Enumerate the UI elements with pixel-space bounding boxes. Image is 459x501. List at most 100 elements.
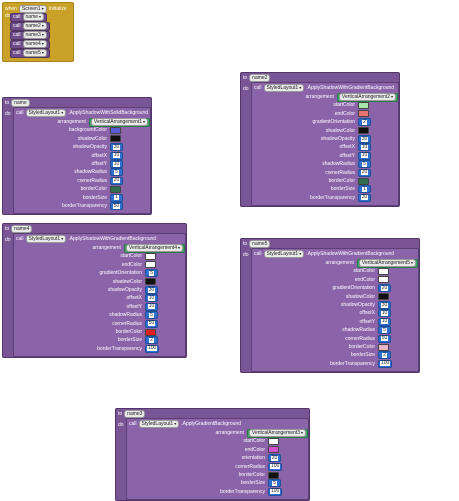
number-value[interactable]: 100 [147,346,158,352]
number-block[interactable]: 100 [145,344,160,353]
component-method-call[interactable]: call StyledLayout1▾ .ApplyShadowWithGradie… [251,82,399,207]
number-value[interactable]: 2 [382,352,387,358]
color-swatch[interactable] [358,101,369,109]
number-block[interactable]: 20 [358,168,371,177]
number-value[interactable]: 50 [112,203,121,209]
number-block[interactable]: 10 [378,309,391,318]
number-block[interactable]: 20 [268,454,281,463]
number-block[interactable]: 2 [378,351,391,360]
number-block[interactable]: 5 [110,168,123,177]
number-block[interactable]: 1 [110,193,123,202]
arrangement-dropdown[interactable]: VerticalArrangement2▾ [338,93,396,101]
number-block[interactable]: 30 [110,143,123,152]
color-swatch[interactable] [145,252,156,260]
number-value[interactable]: 1 [114,195,119,201]
component-method-call[interactable]: call StyledLayout1▾ .ApplyShadowWithGradie… [251,248,419,373]
number-value[interactable]: 2 [149,337,154,343]
styled-layout-dropdown[interactable]: StyledLayout1▾ [25,109,67,117]
procedure-name-field[interactable]: name5 [249,240,271,248]
number-block[interactable]: 10 [358,143,371,152]
number-block[interactable]: 50 [378,334,391,343]
number-block[interactable]: 30 [378,301,391,309]
color-swatch[interactable] [110,126,121,134]
procedure-name-field[interactable]: name2 [249,74,271,82]
procedure-name-field[interactable]: name4 [11,225,33,233]
call-procedure-block[interactable]: call name4▾ [10,39,50,49]
color-swatch[interactable] [358,110,369,118]
call-block[interactable]: call name▾ [10,12,48,22]
number-value[interactable]: 2 [362,119,367,125]
number-value[interactable]: 100 [270,489,281,495]
call-block[interactable]: call name3▾ [10,30,50,40]
component-block[interactable]: VerticalArrangement1▾ [88,117,150,127]
procedure-definition-block[interactable]: to name2 do call StyledLayout1▾ .ApplyShadowW… [240,72,400,208]
procedure-dropdown[interactable]: name5▾ [22,49,47,57]
number-block[interactable]: 10 [358,151,371,160]
call-block[interactable]: call name5▾ [10,48,50,58]
procedure-name-field[interactable]: name [11,99,30,107]
component-block[interactable]: VerticalArrangement4▾ [123,243,185,253]
color-swatch[interactable] [110,135,121,143]
arrangement-dropdown[interactable]: VerticalArrangement5▾ [358,259,416,267]
number-block[interactable]: 100 [268,462,283,471]
styled-layout-dropdown[interactable]: StyledLayout1▾ [263,84,305,92]
call-procedure-block[interactable]: call name5▾ [10,48,50,58]
number-block[interactable]: 50 [145,319,158,328]
call-block[interactable]: call name4▾ [10,39,50,49]
number-block[interactable]: 5 [268,479,281,488]
number-block[interactable]: 5 [145,269,158,278]
number-value[interactable]: 50 [380,336,389,342]
component-block[interactable]: VerticalArrangement2▾ [336,92,398,102]
number-value[interactable]: 30 [360,195,369,201]
procedure-dropdown[interactable]: name3▾ [22,31,47,39]
number-block[interactable]: 100 [378,359,393,368]
number-value[interactable]: 10 [380,319,389,325]
number-block[interactable]: 30 [358,193,371,202]
number-value[interactable]: 5 [149,312,154,318]
number-value[interactable]: 5 [362,161,367,167]
number-value[interactable]: 10 [112,153,121,159]
styled-layout-dropdown[interactable]: StyledLayout1▾ [263,250,305,258]
styled-layout-dropdown[interactable]: StyledLayout1▾ [25,235,67,243]
number-value[interactable]: 1 [362,186,367,192]
component-dropdown[interactable]: Screen1▾ [18,4,47,13]
number-block[interactable]: 20 [110,176,123,185]
number-block[interactable]: 10 [378,317,391,326]
number-block[interactable]: 10 [110,160,123,168]
number-value[interactable]: 20 [112,178,121,184]
number-block[interactable]: 50 [110,202,123,210]
procedure-dropdown[interactable]: name4▾ [22,40,47,48]
number-value[interactable]: 20 [360,170,369,176]
procedure-definition-block[interactable]: to name4 do call StyledLayout1▾ .ApplyShadowW… [2,223,187,359]
color-swatch[interactable] [145,328,156,336]
number-value[interactable]: 30 [112,144,121,150]
arrangement-dropdown[interactable]: VerticalArrangement3▾ [248,429,306,437]
procedure-definition-block[interactable]: to name5 do call StyledLayout1▾ .ApplyShadowW… [240,238,420,374]
number-value[interactable]: 5 [382,327,387,333]
color-swatch[interactable] [378,267,389,275]
number-block[interactable]: 100 [268,487,283,496]
color-swatch[interactable] [358,127,369,135]
arrangement-dropdown[interactable]: VerticalArrangement4▾ [125,244,183,252]
number-value[interactable]: 100 [270,464,281,470]
number-value[interactable]: 50 [147,321,156,327]
color-swatch[interactable] [268,437,279,445]
color-swatch[interactable] [378,276,389,284]
call-procedure-block[interactable]: call name3▾ [10,30,50,40]
number-block[interactable]: 10 [145,302,158,311]
procedure-name-field[interactable]: name3 [124,410,146,418]
number-value[interactable]: 20 [270,455,279,461]
color-swatch[interactable] [268,446,279,454]
number-value[interactable]: 10 [147,295,156,301]
component-method-call[interactable]: call StyledLayout1▾ .ApplyShadowWithSolidB… [13,107,151,215]
procedure-dropdown[interactable]: name2▾ [22,22,47,30]
color-swatch[interactable] [145,261,156,269]
number-block[interactable]: 10 [145,294,158,303]
number-block[interactable]: 5 [145,311,158,320]
call-procedure-block[interactable]: call name▾ [10,12,48,22]
color-swatch[interactable] [145,278,156,286]
number-block[interactable]: 2 [145,336,158,345]
procedure-definition-block[interactable]: to name do call StyledLayout1▾ .ApplyShadowWi… [2,97,152,216]
number-block[interactable]: 5 [378,326,391,335]
procedure-dropdown[interactable]: name▾ [22,13,45,21]
